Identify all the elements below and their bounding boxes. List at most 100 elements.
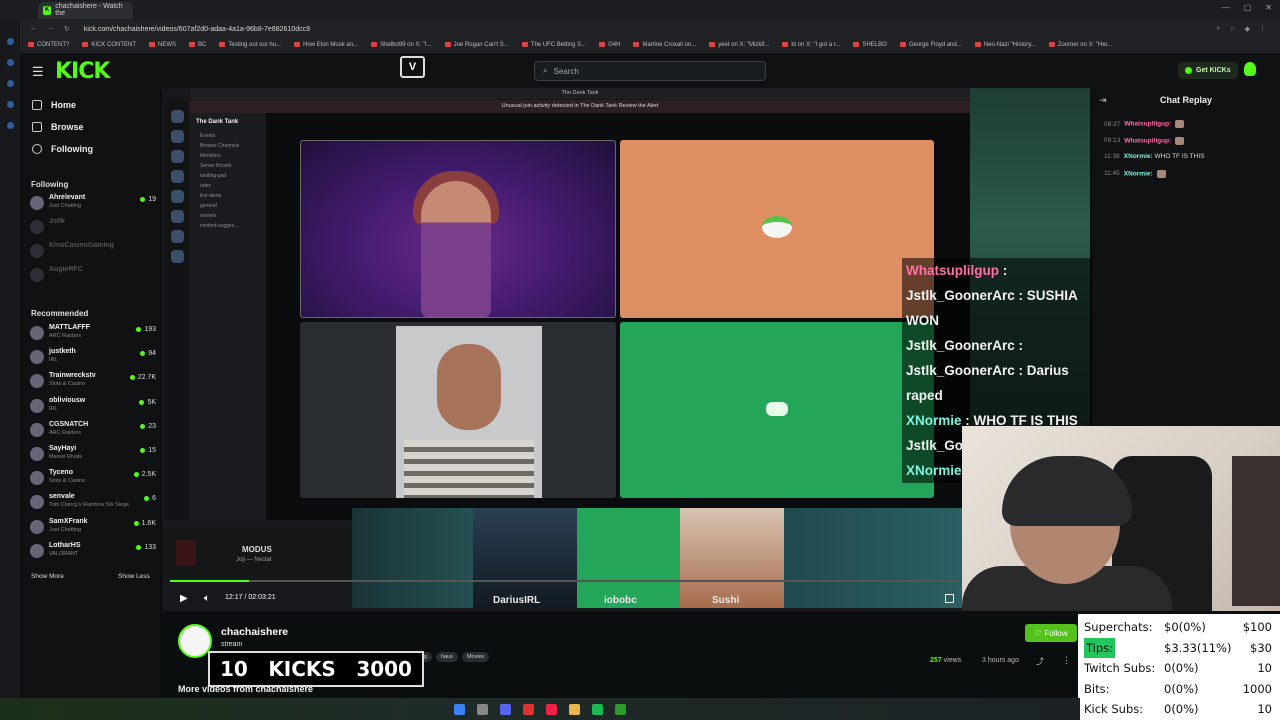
side-app-icon[interactable] xyxy=(6,122,14,129)
hamburger-menu-icon[interactable]: ☰ xyxy=(32,64,44,80)
extension-icon[interactable]: ◆ xyxy=(1245,25,1250,33)
spotify-icon[interactable] xyxy=(592,703,603,715)
minimize-icon[interactable]: — xyxy=(1222,3,1230,12)
chat-username[interactable]: Whatsuplilgup: xyxy=(1124,137,1171,144)
bookmark-item[interactable]: BC xyxy=(189,42,206,49)
maximize-icon[interactable]: ▢ xyxy=(1244,3,1252,12)
chat-username[interactable]: XNormie: xyxy=(1124,170,1153,177)
discord-icon[interactable] xyxy=(500,703,511,715)
menu-dots-icon[interactable]: ⋮ xyxy=(1259,25,1266,33)
url-field[interactable]: kick.com/chachaishere/videos/607af2d0-ad… xyxy=(84,26,310,33)
bookmark-item[interactable]: Shelbo99 on X: "I... xyxy=(371,42,432,49)
chat-message: 08:37 Whatsuplilgup: xyxy=(1104,120,1185,128)
bookmark-item[interactable]: yeet on X: "Mizkif... xyxy=(709,42,769,49)
strip-tile-dariusirl xyxy=(473,508,577,608)
participant-tile-webcam xyxy=(300,140,616,318)
bookmark-item[interactable]: NEWS xyxy=(149,42,176,49)
bookmark-item[interactable]: How Elon Musk an... xyxy=(294,42,358,49)
sidebar-item-following[interactable]: Following xyxy=(32,144,93,154)
bookmark-item[interactable]: kt on X: "I got a r... xyxy=(782,42,840,49)
search-input[interactable]: ⌕ Search xyxy=(534,61,766,81)
sidebar-item-browse[interactable]: Browse xyxy=(32,122,84,132)
side-app-icon[interactable] xyxy=(6,59,14,66)
play-icon[interactable]: ▶ xyxy=(180,593,188,604)
bookmark-item[interactable]: KICK CONTENT xyxy=(82,42,136,49)
forward-icon[interactable]: → xyxy=(47,25,54,33)
vod-icon: V xyxy=(400,56,425,78)
channel-category: Just Chatting xyxy=(49,526,82,533)
tag-chip[interactable]: Movies xyxy=(461,652,490,662)
kick-logo[interactable]: KICK xyxy=(55,59,110,84)
bookmark-item[interactable]: SHELBO xyxy=(853,42,886,49)
zoom-icon[interactable]: ⌕ xyxy=(1216,25,1220,33)
sidebar-item-home[interactable]: Home xyxy=(32,100,76,110)
sidebar-channel[interactable]: SamXFrank Just Chatting 1.6K xyxy=(30,517,156,537)
sidebar-channel[interactable]: MATTLAFFF ARC Raiders 193 xyxy=(30,323,156,343)
channel-category: ARC Raiders xyxy=(49,333,82,339)
bookmark-item[interactable]: Zoomer on X: "Hei... xyxy=(1049,42,1112,49)
more-options-icon[interactable]: ⋮ xyxy=(1062,655,1071,666)
fullscreen-icon[interactable] xyxy=(945,594,954,603)
side-app-icon[interactable] xyxy=(6,80,14,87)
sidebar-channel[interactable]: AugieRFC xyxy=(30,265,156,285)
channel-name: Ahrelevant xyxy=(49,194,86,201)
sidebar-channel[interactable]: Tyceno Slots & Casino 2.5K xyxy=(30,468,156,488)
sidebar-channel[interactable]: senvale Tom Clancy's Rainbow Six Siege 6 xyxy=(30,492,156,512)
bookmark-item[interactable]: Testing out our hu... xyxy=(219,42,281,49)
reload-icon[interactable]: ↻ xyxy=(64,25,70,33)
bookmark-item[interactable]: George Floyd and... xyxy=(900,42,962,49)
video-progress-bar[interactable] xyxy=(170,580,960,582)
bookmark-star-icon[interactable]: ☆ xyxy=(1229,25,1235,33)
sidebar-channel[interactable]: obliviousw IRL 5K xyxy=(30,396,156,416)
side-app-icon[interactable] xyxy=(6,38,14,45)
browser-tab-bar: K chachaishere - Watch the — ▢ ✕ xyxy=(0,0,1280,20)
bookmark-item[interactable]: CONTENT? xyxy=(28,42,69,49)
share-icon[interactable]: ⤴ xyxy=(1036,656,1044,667)
kicks-left: 10 xyxy=(220,657,248,681)
start-icon[interactable] xyxy=(454,703,465,715)
tag-chip[interactable]: haus xyxy=(436,652,458,662)
follow-button[interactable]: ♡ Follow xyxy=(1025,624,1077,642)
avatar xyxy=(30,350,44,365)
collapse-chat-icon[interactable]: ⇥ xyxy=(1099,95,1107,106)
sidebar-item-label: Following xyxy=(51,144,93,154)
sidebar-channel[interactable]: Trainwreckstv Slots & Casino 22.7K xyxy=(30,371,156,391)
sidebar-channel[interactable]: KinoCasinoGaming xyxy=(30,241,156,261)
bookmark-item[interactable]: The UFC Betting S... xyxy=(522,42,586,49)
sidebar-channel[interactable]: Ahrelevant Just Chatting 19 xyxy=(30,193,156,213)
app-icon[interactable] xyxy=(523,703,534,715)
folder-icon[interactable] xyxy=(569,703,580,715)
address-bar: ← → ↻ kick.com/chachaishere/videos/607af… xyxy=(0,20,1280,38)
chrome-icon[interactable] xyxy=(546,703,557,715)
bookmark-item[interactable]: Neo-Nazi "History... xyxy=(975,42,1036,49)
show-less-button[interactable]: Show Less xyxy=(118,573,150,580)
channel-name[interactable]: chachaishere xyxy=(221,626,288,638)
participant-person xyxy=(421,181,491,317)
sidebar-channel[interactable]: LotharHS VALORANT 133 xyxy=(30,541,156,561)
bookmark-item[interactable]: Joe Rogan Can't S... xyxy=(445,42,509,49)
close-icon[interactable]: ✕ xyxy=(1265,3,1272,12)
bookmark-item[interactable]: G4H xyxy=(599,42,620,49)
browser-tab[interactable]: K chachaishere - Watch the xyxy=(38,1,133,19)
window-controls: — ▢ ✕ xyxy=(1222,3,1272,12)
channel-avatar[interactable] xyxy=(178,624,212,658)
sidebar-channel[interactable]: justketh IRL 94 xyxy=(30,347,156,367)
stat-value: 0(0%) xyxy=(1164,661,1199,676)
chat-username[interactable]: Whatsuplilgup: xyxy=(1124,121,1171,128)
sidebar-channel[interactable]: CGSNATCH ARC Raiders 23 xyxy=(30,420,156,440)
back-icon[interactable]: ← xyxy=(30,25,37,33)
show-more-button[interactable]: Show More xyxy=(31,573,64,580)
chat-username[interactable]: XNormie: xyxy=(1124,153,1153,160)
timecode: 12:17 / 02:03:21 xyxy=(225,594,276,601)
xbox-icon[interactable] xyxy=(615,703,626,715)
sidebar-item-label: Browse xyxy=(51,122,84,132)
sidebar-channel[interactable]: SayHayi Marvel Rivals 15 xyxy=(30,444,156,464)
side-app-icon[interactable] xyxy=(6,101,14,108)
os-taskbar xyxy=(0,698,1080,720)
sidebar-channel[interactable]: Jstlk xyxy=(30,217,156,237)
notifications-icon[interactable] xyxy=(1244,62,1256,76)
search-icon[interactable] xyxy=(477,703,488,715)
volume-icon[interactable]: 🔈︎ xyxy=(204,593,210,604)
bookmark-item[interactable]: Martine Croxall on... xyxy=(633,42,696,49)
get-kicks-button[interactable]: Get KICKs xyxy=(1178,62,1238,79)
